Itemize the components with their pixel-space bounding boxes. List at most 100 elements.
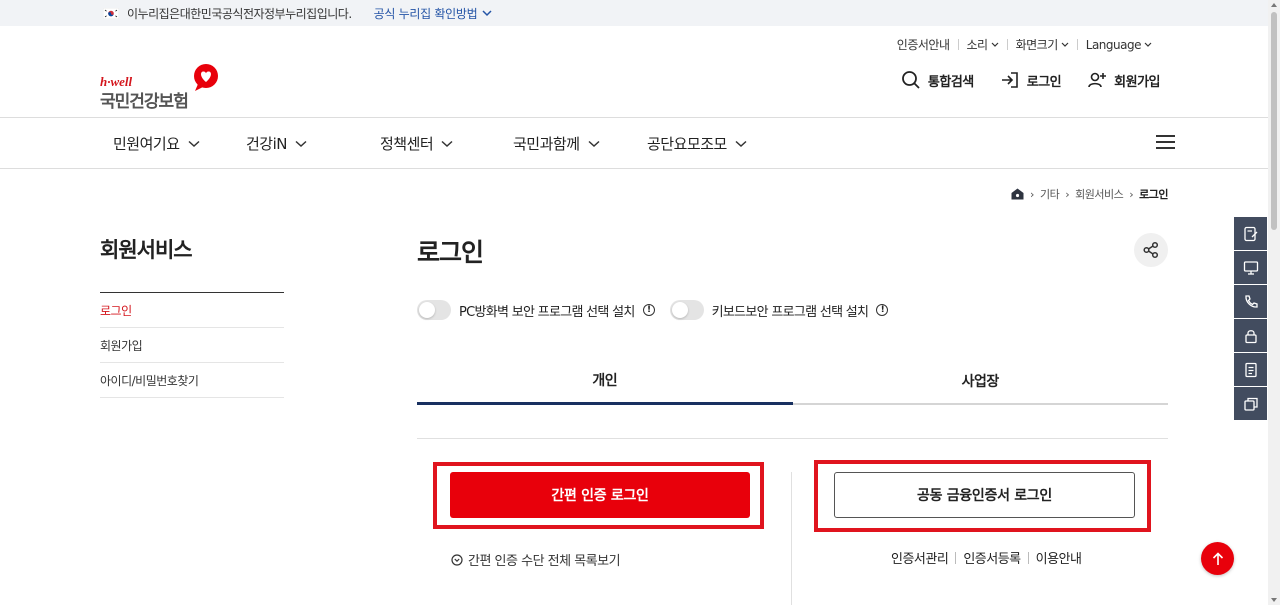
chevron-down-icon xyxy=(188,140,200,147)
share-button[interactable] xyxy=(1134,233,1168,267)
scroll-down-arrow-icon[interactable] xyxy=(1271,598,1277,602)
util-sound[interactable]: 소리 xyxy=(959,36,1007,53)
chevron-down-icon xyxy=(588,140,600,147)
korea-flag-icon xyxy=(102,7,120,19)
cert-links: 인증서관리 인증서등록 이용안내 xyxy=(884,548,1088,567)
keyboard-security-toggle[interactable] xyxy=(669,300,704,320)
certificate-login-button[interactable]: 공동 금융인증서 로그인 xyxy=(834,472,1135,518)
global-nav: 민원여기요 건강iN 정책센터 국민과함께 공단요모조모 xyxy=(0,117,1268,169)
gov-banner: 이누리집은대한민국공식전자정부누리집입니다. 공식 누리집 확인방법 xyxy=(0,0,1268,26)
util-screen-size-label: 화면크기 xyxy=(1015,38,1059,52)
sidebar-nav: 로그인 회원가입 아이디/비밀번호찾기 xyxy=(100,292,284,398)
breadcrumb-item[interactable]: 기타 xyxy=(1040,186,1060,202)
simple-auth-list-label: 간편 인증 수단 전체 목록보기 xyxy=(468,554,621,569)
scrollbar[interactable] xyxy=(1268,0,1280,605)
gnb-menu-4[interactable]: 공단요모조모 xyxy=(647,133,747,154)
chevron-right-icon: › xyxy=(1030,187,1034,201)
login-icon xyxy=(1001,72,1018,88)
util-language[interactable]: Language xyxy=(1078,36,1160,53)
breadcrumb-item[interactable]: 회원서비스 xyxy=(1075,186,1124,202)
usage-guide-link[interactable]: 이용안내 xyxy=(1029,548,1089,567)
chevron-down-icon xyxy=(991,42,999,47)
divider xyxy=(417,438,1168,439)
signup-button[interactable]: 회원가입 xyxy=(1087,70,1160,90)
gnb-menu-label: 민원여기요 xyxy=(113,135,180,153)
sidebar-item-signup[interactable]: 회원가입 xyxy=(100,328,284,363)
gnb-menu-2[interactable]: 정책센터 xyxy=(380,133,453,154)
util-cert-guide-label: 인증서안내 xyxy=(896,38,950,52)
chevron-circle-down-icon xyxy=(451,553,463,566)
tab-personal[interactable]: 개인 xyxy=(417,358,793,405)
chevron-down-icon xyxy=(1144,42,1152,47)
hamburger-menu-icon[interactable] xyxy=(1156,135,1175,150)
monitor-icon[interactable] xyxy=(1234,251,1267,284)
gnb-menu-label: 정책센터 xyxy=(380,135,434,153)
gov-notice-text: 이누리집은대한민국공식전자정부누리집입니다. xyxy=(127,6,352,21)
tab-business[interactable]: 사업장 xyxy=(792,358,1168,405)
scroll-up-arrow-icon[interactable] xyxy=(1271,3,1277,7)
lock-icon[interactable] xyxy=(1234,319,1267,352)
login-label: 로그인 xyxy=(1026,74,1062,90)
info-icon[interactable]: ! xyxy=(876,304,889,316)
chevron-down-icon xyxy=(1061,42,1069,47)
firewall-toggle-label: PC방화벽 보안 프로그램 선택 설치 xyxy=(459,304,635,320)
gnb-menu-3[interactable]: 국민과함께 xyxy=(513,133,600,154)
document-icon[interactable] xyxy=(1234,353,1267,386)
gnb-menu-0[interactable]: 민원여기요 xyxy=(113,133,200,154)
logo-name: 국민건강보험 xyxy=(100,92,189,112)
chevron-down-icon xyxy=(441,140,453,147)
breadcrumb: › 기타 › 회원서비스 › 로그인 xyxy=(1011,186,1168,202)
info-icon[interactable]: ! xyxy=(642,304,655,316)
utility-menu: 인증서안내 소리 화면크기 Language xyxy=(889,36,1160,53)
breadcrumb-current: 로그인 xyxy=(1139,188,1168,201)
firewall-toggle[interactable] xyxy=(417,300,451,320)
gnb-menu-1[interactable]: 건강iN xyxy=(246,133,307,154)
gnb-menu-label: 국민과함께 xyxy=(513,135,580,153)
gov-verify-label: 공식 누리집 확인방법 xyxy=(373,6,478,21)
quick-menu xyxy=(1234,217,1267,421)
gnb-menu-label: 건강iN xyxy=(246,135,288,153)
page-title: 로그인 xyxy=(417,238,484,267)
util-sound-label: 소리 xyxy=(966,38,989,52)
util-language-label: Language xyxy=(1085,37,1142,52)
simple-auth-list-link[interactable]: 간편 인증 수단 전체 목록보기 xyxy=(451,550,621,569)
scrollbar-thumb[interactable] xyxy=(1271,12,1277,230)
login-button[interactable]: 로그인 xyxy=(1000,70,1062,90)
signup-label: 회원가입 xyxy=(1114,74,1160,90)
copy-icon[interactable] xyxy=(1234,387,1267,420)
search-icon xyxy=(902,71,920,89)
search-label: 통합검색 xyxy=(927,74,974,90)
add-user-icon xyxy=(1088,72,1107,88)
phone-icon[interactable] xyxy=(1234,285,1267,318)
cert-manage-link[interactable]: 인증서관리 xyxy=(884,548,955,567)
search-button[interactable]: 통합검색 xyxy=(901,70,974,90)
security-toggles: PC방화벽 보안 프로그램 선택 설치 ! 키보드보안 프로그램 선택 설치 ! xyxy=(417,300,889,320)
chevron-down-icon xyxy=(735,140,747,147)
sidebar-title: 회원서비스 xyxy=(100,238,193,262)
heart-logo-icon xyxy=(194,64,218,91)
share-icon xyxy=(1143,241,1159,259)
chevron-right-icon: › xyxy=(1065,187,1070,201)
chevron-down-icon xyxy=(482,9,492,16)
home-icon[interactable] xyxy=(1011,188,1024,200)
simple-auth-login-button[interactable]: 간편 인증 로그인 xyxy=(450,472,750,518)
scroll-top-button[interactable] xyxy=(1201,542,1234,575)
site-logo[interactable]: h·well 국민건강보험 xyxy=(100,63,220,112)
arrow-up-icon xyxy=(1212,551,1223,565)
login-type-tabs: 개인 사업장 xyxy=(417,358,1168,405)
cert-register-link[interactable]: 인증서등록 xyxy=(956,548,1027,567)
gov-verify-link[interactable]: 공식 누리집 확인방법 xyxy=(374,5,493,22)
sidebar-item-login[interactable]: 로그인 xyxy=(100,293,284,328)
gnb-menu-label: 공단요모조모 xyxy=(647,135,727,153)
keyboard-toggle-row: 키보드보안 프로그램 선택 설치 ! xyxy=(669,300,889,320)
util-screen-size[interactable]: 화면크기 xyxy=(1008,36,1077,53)
util-cert-guide[interactable]: 인증서안내 xyxy=(889,36,958,53)
header-actions: 통합검색 로그인 회원가입 xyxy=(901,70,1160,90)
chevron-right-icon: › xyxy=(1129,187,1134,201)
keyboard-toggle-label: 키보드보안 프로그램 선택 설치 xyxy=(711,304,869,320)
chevron-down-icon xyxy=(295,140,307,147)
divider xyxy=(791,472,792,605)
firewall-toggle-row: PC방화벽 보안 프로그램 선택 설치 ! xyxy=(417,300,655,320)
document-edit-icon[interactable] xyxy=(1234,217,1267,250)
sidebar-item-find-account[interactable]: 아이디/비밀번호찾기 xyxy=(100,363,284,398)
